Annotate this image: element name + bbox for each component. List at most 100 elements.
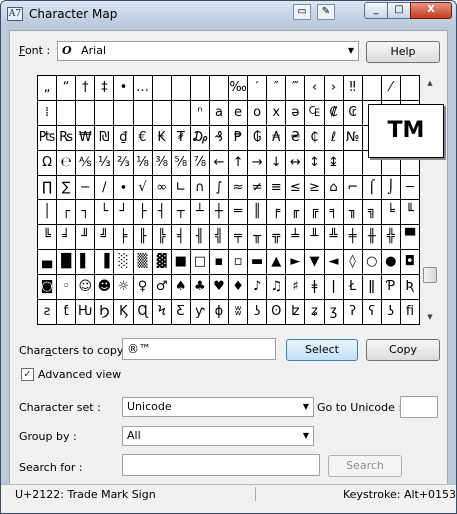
character-cell[interactable]: ⌂: [324, 175, 344, 201]
character-cell[interactable]: ₧: [38, 125, 58, 151]
advanced-view-checkbox[interactable]: ✓: [21, 368, 34, 381]
character-cell[interactable]: ₭: [152, 125, 172, 151]
character-cell[interactable]: ∑: [57, 175, 77, 201]
character-cell[interactable]: ⅍: [76, 150, 96, 176]
character-cell[interactable]: ₫: [114, 125, 134, 151]
character-cell[interactable]: ǂ: [305, 275, 325, 301]
character-cell[interactable]: ☼: [114, 275, 134, 301]
character-cell[interactable]: ′: [248, 76, 268, 101]
character-cell[interactable]: ▫: [229, 250, 249, 276]
character-cell[interactable]: Ϧ: [95, 300, 115, 325]
character-cell[interactable]: ╦: [267, 225, 287, 251]
character-cell[interactable]: ╧: [286, 225, 306, 251]
character-cell[interactable]: □: [190, 250, 210, 276]
character-cell[interactable]: ʬ: [229, 300, 249, 325]
character-cell[interactable]: ╚: [38, 225, 58, 251]
character-cell[interactable]: ♥: [209, 275, 229, 301]
character-cell[interactable]: ▬: [248, 250, 268, 276]
character-cell[interactable]: ⌠: [362, 175, 382, 201]
character-cell[interactable]: ┘: [114, 200, 134, 226]
character-cell[interactable]: ╘: [381, 200, 401, 226]
scrollbar-thumb[interactable]: [423, 267, 437, 283]
character-cell[interactable]: ǀ: [324, 275, 344, 301]
character-cell[interactable]: ▓: [152, 250, 172, 276]
character-cell[interactable]: ₪: [95, 125, 115, 151]
character-cell[interactable]: ═: [229, 200, 249, 226]
character-cell[interactable]: [114, 100, 134, 126]
character-cell[interactable]: ∟: [171, 175, 191, 201]
character-cell[interactable]: ╒: [267, 200, 287, 226]
character-cell[interactable]: ₴: [286, 125, 306, 151]
character-cell[interactable]: [133, 100, 153, 126]
character-cell[interactable]: ─: [400, 175, 420, 201]
character-cell[interactable]: Ƕ: [76, 300, 96, 325]
character-cell[interactable]: ╩: [324, 225, 344, 251]
character-cell[interactable]: Ʀ: [400, 275, 420, 301]
character-cell[interactable]: ʘ: [267, 300, 287, 325]
character-cell[interactable]: ↑: [229, 150, 249, 176]
character-cell[interactable]: ←: [209, 150, 229, 176]
character-cell[interactable]: [152, 76, 172, 101]
character-cell[interactable]: ╪: [343, 225, 363, 251]
character-cell[interactable]: ₢: [343, 100, 363, 126]
character-cell[interactable]: ₮: [171, 125, 191, 151]
font-dropdown[interactable]: O Arial ▼: [57, 41, 359, 61]
character-cell[interactable]: [171, 100, 191, 126]
character-cell[interactable]: −: [76, 175, 96, 201]
character-cell[interactable]: Ϗ: [114, 300, 134, 325]
character-cell[interactable]: ∩: [190, 175, 210, 201]
character-cell[interactable]: ♣: [190, 275, 210, 301]
character-cell[interactable]: [152, 100, 172, 126]
character-cell[interactable]: [343, 150, 363, 176]
character-cell[interactable]: ╨: [305, 225, 325, 251]
title-bar[interactable]: A7 Character Map ▭ ✎ _ □ X: [1, 1, 456, 27]
character-cell[interactable]: ▒: [133, 250, 153, 276]
character-cell[interactable]: ₡: [324, 100, 344, 126]
character-cell[interactable]: ▪: [209, 250, 229, 276]
character-cell[interactable]: ╡: [171, 225, 191, 251]
character-cell[interactable]: ►: [286, 250, 306, 276]
character-cell[interactable]: ●: [381, 250, 401, 276]
character-cell[interactable]: ▄: [38, 250, 58, 276]
character-cell[interactable]: ╗: [362, 200, 382, 226]
character-cell[interactable]: ‹: [305, 76, 325, 101]
character-cell[interactable]: ♫: [267, 275, 287, 301]
character-cell[interactable]: ⁞: [38, 100, 58, 126]
character-cell[interactable]: ╓: [286, 200, 306, 226]
character-cell[interactable]: [190, 76, 210, 101]
character-cell[interactable]: ┴: [190, 200, 210, 226]
character-cell[interactable]: •: [114, 76, 134, 101]
character-cell[interactable]: ″: [267, 76, 287, 101]
character-cell[interactable]: ♦: [229, 275, 249, 301]
character-cell[interactable]: ≠: [248, 175, 268, 201]
minimize-button[interactable]: _: [364, 2, 388, 19]
character-cell[interactable]: „: [38, 76, 58, 101]
character-cell[interactable]: →: [248, 150, 268, 176]
character-cell[interactable]: ʫ: [286, 300, 306, 325]
select-button[interactable]: Select: [286, 339, 358, 361]
character-cell[interactable]: ♪: [248, 275, 268, 301]
character-cell[interactable]: ♀: [133, 275, 153, 301]
character-cell[interactable]: ╟: [133, 225, 153, 251]
character-cell[interactable]: ▐: [95, 250, 115, 276]
scroll-up-arrow-icon[interactable]: ▲: [422, 75, 438, 91]
character-cell[interactable]: ■: [171, 250, 191, 276]
character-cell[interactable]: ⌡: [381, 175, 401, 201]
character-cell[interactable]: ╔: [305, 200, 325, 226]
character-cell[interactable]: ǁ: [362, 275, 382, 301]
character-cell[interactable]: ╤: [229, 225, 249, 251]
character-cell[interactable]: ə: [286, 100, 306, 126]
character-cell[interactable]: ┤: [152, 200, 172, 226]
character-cell[interactable]: a: [209, 100, 229, 126]
character-cell[interactable]: ┼: [209, 200, 229, 226]
character-cell[interactable]: ╞: [114, 225, 134, 251]
character-cell[interactable]: [57, 100, 77, 126]
character-cell[interactable]: ╫: [362, 225, 382, 251]
character-cell[interactable]: ▀: [400, 225, 420, 251]
character-cell[interactable]: …: [133, 76, 153, 101]
character-cell[interactable]: [400, 76, 420, 101]
character-cell[interactable]: [171, 76, 191, 101]
character-cell[interactable]: ♠: [171, 275, 191, 301]
character-cell[interactable]: ɸ: [209, 300, 229, 325]
character-cell[interactable]: ₳: [267, 125, 287, 151]
